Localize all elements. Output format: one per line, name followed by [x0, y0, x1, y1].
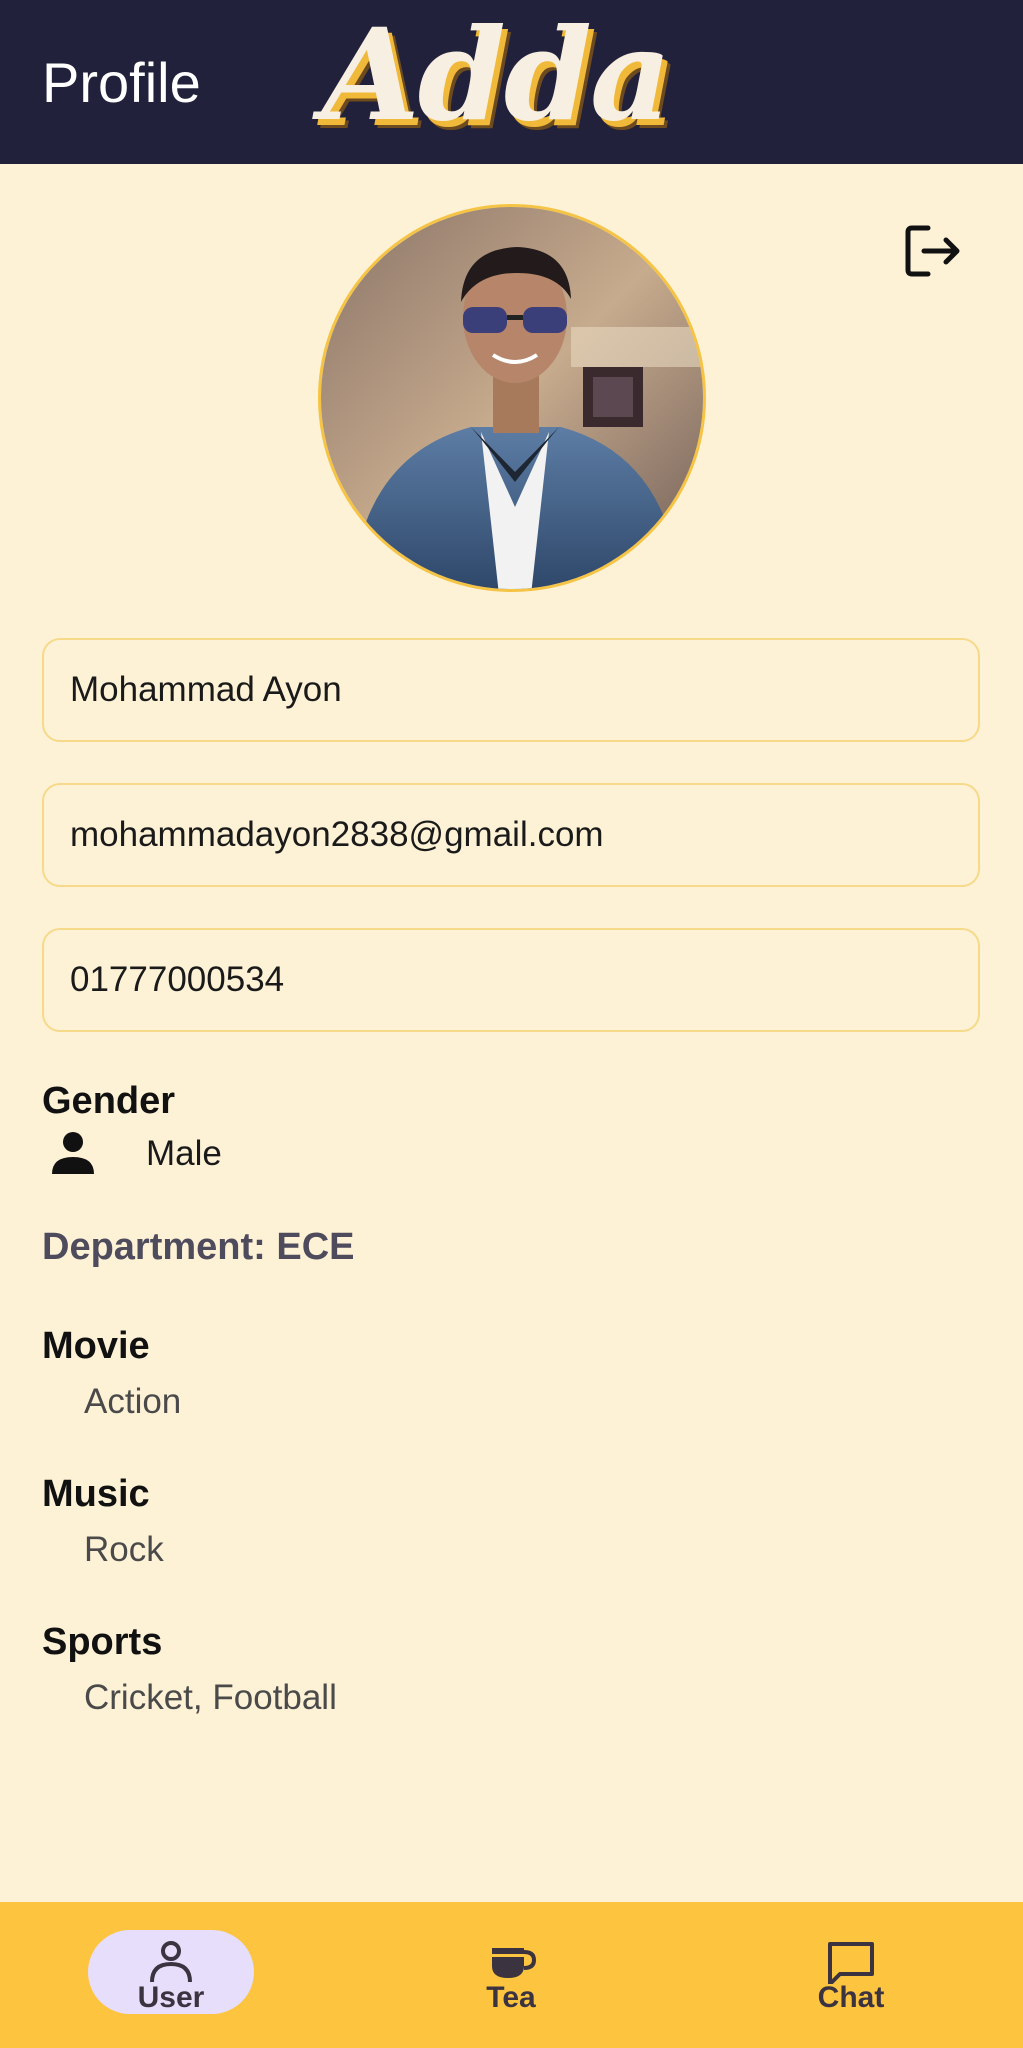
department-text: Department: ECE	[42, 1226, 355, 1268]
gender-label: Gender	[42, 1080, 176, 1122]
page-title: Profile	[42, 51, 201, 114]
bottom-nav: User Tea Chat	[0, 1902, 1023, 2048]
person-icon	[52, 1132, 94, 1174]
profile-avatar[interactable]	[318, 204, 706, 592]
chat-icon	[828, 1942, 874, 1984]
sports-label: Sports	[42, 1621, 163, 1663]
nav-label-tea: Tea	[486, 1981, 536, 2014]
music-label: Music	[42, 1473, 150, 1515]
nav-item-chat[interactable]: Chat	[766, 1930, 936, 2014]
app-logo: Adda	[322, 1, 672, 149]
app-bar: Profile Adda	[0, 0, 1023, 164]
user-icon	[150, 1941, 192, 1983]
tea-cup-icon	[492, 1948, 536, 1978]
movie-label: Movie	[42, 1325, 150, 1367]
nav-label-chat: Chat	[817, 1981, 885, 2014]
name-value: Mohammad Ayon	[70, 670, 342, 709]
avatar-photo	[321, 207, 703, 589]
logout-icon[interactable]	[902, 220, 964, 282]
email-value: mohammadayon2838@gmail.com	[70, 815, 604, 854]
name-field[interactable]: Mohammad Ayon	[42, 638, 980, 742]
phone-field[interactable]: 01777000534	[42, 928, 980, 1032]
sports-value: Cricket, Football	[84, 1678, 337, 1717]
music-value: Rock	[84, 1530, 164, 1569]
nav-item-user[interactable]: User	[86, 1930, 256, 2014]
gender-value: Male	[146, 1134, 222, 1173]
movie-value: Action	[84, 1382, 182, 1421]
phone-value: 01777000534	[70, 960, 285, 999]
nav-item-tea[interactable]: Tea	[426, 1930, 596, 2014]
nav-label-user: User	[137, 1981, 205, 2014]
email-field[interactable]: mohammadayon2838@gmail.com	[42, 783, 980, 887]
